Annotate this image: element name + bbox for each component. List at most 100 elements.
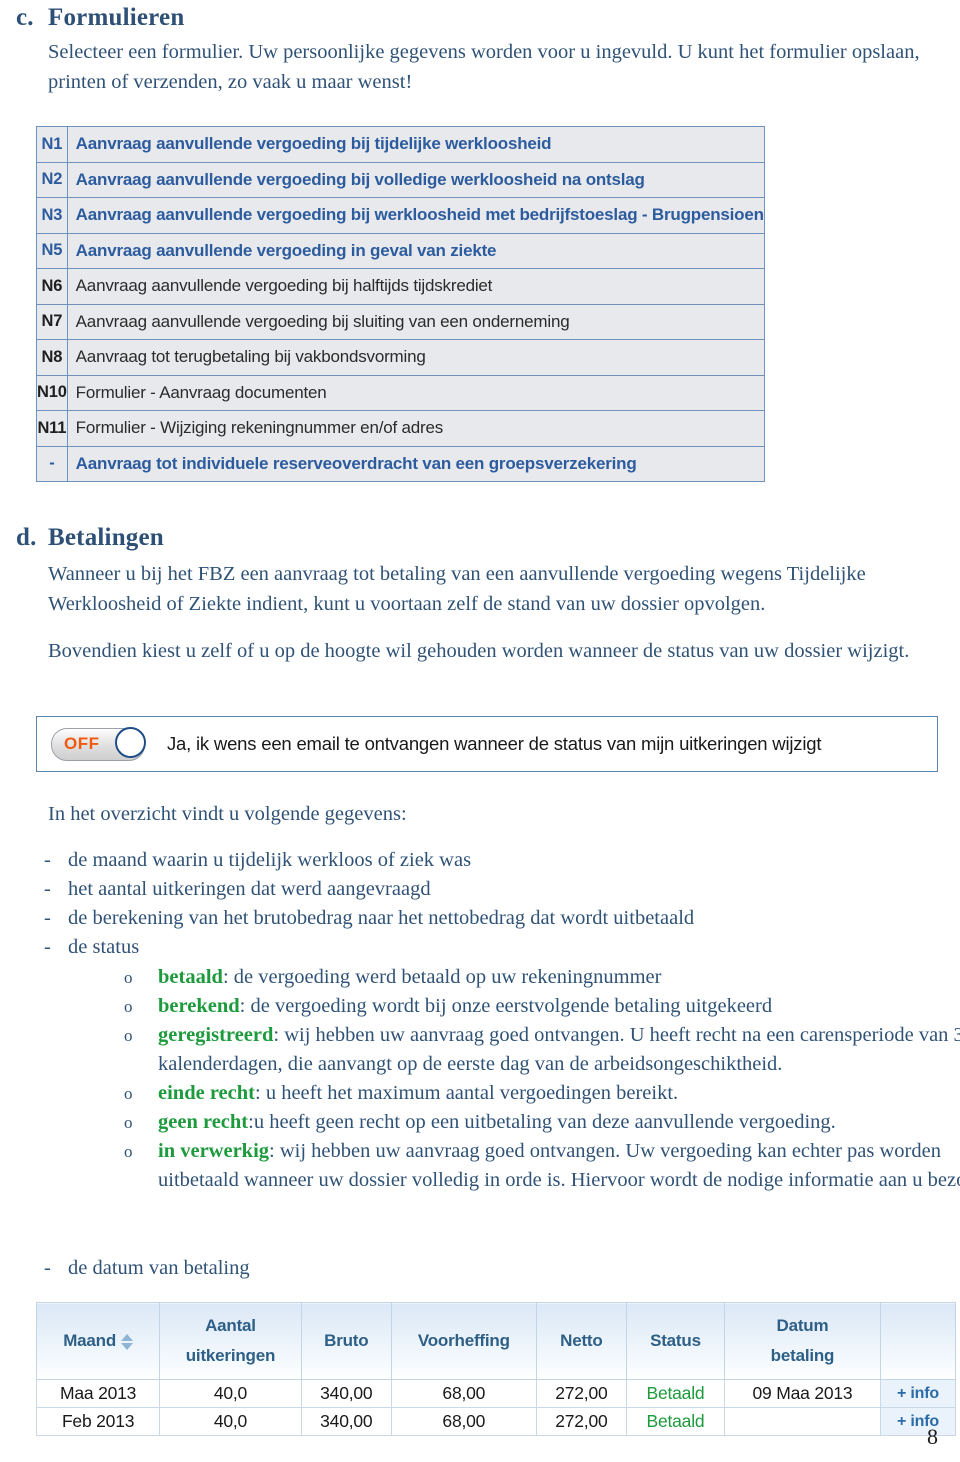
circle-bullet-icon: o <box>124 997 133 1016</box>
toggle-description: Ja, ik wens een email te ontvangen wanne… <box>167 733 822 754</box>
column-header-actions <box>880 1302 956 1380</box>
info-link[interactable]: + info <box>880 1379 956 1408</box>
circle-bullet-icon: o <box>124 968 133 987</box>
status-term: betaald <box>158 966 223 988</box>
dash-bullet-icon: - <box>44 878 51 900</box>
form-label[interactable]: Formulier - Aanvraag documenten <box>66 374 765 411</box>
section-c-heading: c. Formulieren <box>12 4 948 32</box>
status-list-item-text: einde recht: u heeft het maximum aantal … <box>158 1079 960 1108</box>
status-sep: : <box>239 995 251 1017</box>
dash-bullet-icon: - <box>44 849 51 871</box>
status-list: o betaald: de vergoeding werd betaald op… <box>124 963 960 1195</box>
circle-bullet-icon: o <box>124 1142 133 1161</box>
status-badge: Betaald <box>625 1379 725 1408</box>
payments-table-body: Maa 2013 40,0 340,00 68,00 272,00 Betaal… <box>35 1379 956 1436</box>
list-item: - de maand waarin u tijdelijk werkloos o… <box>40 846 950 875</box>
status-list-item: o betaald: de vergoeding werd betaald op… <box>124 963 960 992</box>
section-c-title: Formulieren <box>48 4 185 31</box>
form-label[interactable]: Aanvraag aanvullende vergoeding bij tijd… <box>66 126 765 163</box>
status-list-item-text: in verwerkig: wij hebben uw aanvraag goe… <box>158 1137 960 1195</box>
list-item-status: - de status <box>40 933 950 962</box>
list-item-label: de datum van betaling <box>68 1257 250 1279</box>
table-row[interactable]: Feb 2013 40,0 340,00 68,00 272,00 Betaal… <box>35 1407 956 1436</box>
forms-table[interactable]: N1 Aanvraag aanvullende vergoeding bij t… <box>36 126 765 482</box>
table-row[interactable]: N10 Formulier - Aanvraag documenten <box>36 374 765 411</box>
info-link[interactable]: + info <box>880 1407 956 1436</box>
dash-bullet-icon: - <box>44 1257 51 1279</box>
column-header-datum-line2: betaling <box>770 1346 835 1365</box>
status-term: einde recht <box>158 1082 255 1104</box>
column-header-netto[interactable]: Netto <box>535 1302 627 1380</box>
dash-bullet-icon: - <box>44 907 51 929</box>
cell-bruto: 340,00 <box>300 1407 392 1436</box>
form-label[interactable]: Aanvraag aanvullende vergoeding bij voll… <box>66 161 765 198</box>
section-d-marker: d. <box>16 524 37 551</box>
payments-table-head: Maand Aantal uitkeringen Bruto Voorheffin… <box>35 1302 956 1380</box>
table-row[interactable]: N3 Aanvraag aanvullende vergoeding bij w… <box>36 197 765 234</box>
status-sep: : <box>269 1140 280 1162</box>
column-header-datum-line1: Datum <box>776 1316 829 1335</box>
overview-list-last: - de datum van betaling <box>40 1254 950 1283</box>
status-badge: Betaald <box>625 1407 725 1436</box>
list-item: - de berekening van het brutobedrag naar… <box>40 904 950 933</box>
form-label[interactable]: Formulier - Wijziging rekeningnummer en/… <box>66 410 765 447</box>
table-row[interactable]: N8 Aanvraag tot terugbetaling bij vakbon… <box>36 339 765 376</box>
status-sep: : <box>222 966 234 988</box>
status-list-item-text: berekend: de vergoeding wordt bij onze e… <box>158 992 960 1021</box>
status-desc: u heeft geen recht op een uitbetaling va… <box>253 1111 836 1133</box>
circle-bullet-icon: o <box>124 1113 133 1132</box>
toggle-knob-icon[interactable] <box>115 726 146 758</box>
form-label[interactable]: Aanvraag aanvullende vergoeding bij slui… <box>66 303 765 340</box>
status-list-item: o berekend: de vergoeding wordt bij onze… <box>124 992 960 1021</box>
form-label[interactable]: Aanvraag tot individuele reserveoverdrac… <box>66 445 765 482</box>
cell-aantal: 40,0 <box>159 1407 302 1436</box>
column-header-maand-label: Maand <box>63 1331 117 1350</box>
table-row[interactable]: - Aanvraag tot individuele reserveoverdr… <box>36 445 765 482</box>
toggle-state-label: OFF <box>64 734 100 753</box>
status-sep: : <box>254 1082 266 1104</box>
column-header-aantal-line2: uitkeringen <box>185 1346 276 1365</box>
column-header-datum-betaling[interactable]: Datum betaling <box>723 1302 882 1380</box>
email-notification-toggle[interactable]: OFF <box>51 726 146 761</box>
status-term: geen recht <box>158 1111 249 1133</box>
form-code: N10 <box>36 374 68 411</box>
form-code: N8 <box>36 339 68 376</box>
status-list-item-text: geregistreerd: wij hebben uw aanvraag go… <box>158 1021 960 1079</box>
form-label[interactable]: Aanvraag tot terugbetaling bij vakbondsv… <box>66 339 765 376</box>
table-row[interactable]: N1 Aanvraag aanvullende vergoeding bij t… <box>36 126 765 163</box>
column-header-aantal-uitkeringen[interactable]: Aantal uitkeringen <box>159 1302 302 1380</box>
status-desc: u heeft het maximum aantal vergoedingen … <box>265 1082 679 1104</box>
table-row[interactable]: N7 Aanvraag aanvullende vergoeding bij s… <box>36 303 765 340</box>
status-term: geregistreerd <box>158 1024 274 1046</box>
form-label[interactable]: Aanvraag aanvullende vergoeding in geval… <box>66 232 765 269</box>
table-row[interactable]: Maa 2013 40,0 340,00 68,00 272,00 Betaal… <box>35 1379 956 1408</box>
payments-table[interactable]: Maand Aantal uitkeringen Bruto Voorheffin… <box>35 1302 956 1436</box>
column-header-maand[interactable]: Maand <box>35 1302 161 1380</box>
status-term: berekend <box>158 995 240 1017</box>
status-desc: de vergoeding werd betaald op uw rekenin… <box>233 966 662 988</box>
email-notification-widget: OFF Ja, ik wens een email te ontvangen w… <box>36 716 938 772</box>
cell-netto: 272,00 <box>535 1379 627 1408</box>
cell-aantal: 40,0 <box>159 1379 302 1408</box>
form-code: - <box>36 445 68 482</box>
circle-bullet-icon: o <box>124 1026 133 1045</box>
dash-bullet-icon: - <box>44 936 51 958</box>
sort-updown-icon[interactable] <box>121 1333 134 1350</box>
form-label[interactable]: Aanvraag aanvullende vergoeding bij half… <box>66 268 765 305</box>
column-header-status[interactable]: Status <box>625 1302 725 1380</box>
section-c-marker: c. <box>16 4 34 31</box>
table-row[interactable]: N5 Aanvraag aanvullende vergoeding in ge… <box>36 232 765 269</box>
column-header-voorheffing[interactable]: Voorheffing <box>390 1302 537 1380</box>
table-row[interactable]: N6 Aanvraag aanvullende vergoeding bij h… <box>36 268 765 305</box>
section-d-paragraph-1: Wanneer u bij het FBZ een aanvraag tot b… <box>48 563 866 615</box>
table-header-row: Maand Aantal uitkeringen Bruto Voorheffin… <box>35 1302 956 1380</box>
status-sep: : <box>273 1024 285 1046</box>
section-d-title: Betalingen <box>48 524 164 551</box>
form-label[interactable]: Aanvraag aanvullende vergoeding bij werk… <box>66 197 765 234</box>
cell-datum <box>723 1407 882 1436</box>
list-item-label: de berekening van het brutobedrag naar h… <box>68 907 695 929</box>
column-header-bruto[interactable]: Bruto <box>300 1302 392 1380</box>
table-row[interactable]: N2 Aanvraag aanvullende vergoeding bij v… <box>36 161 765 198</box>
list-item: - de datum van betaling <box>40 1254 950 1283</box>
table-row[interactable]: N11 Formulier - Wijziging rekeningnummer… <box>36 410 765 447</box>
